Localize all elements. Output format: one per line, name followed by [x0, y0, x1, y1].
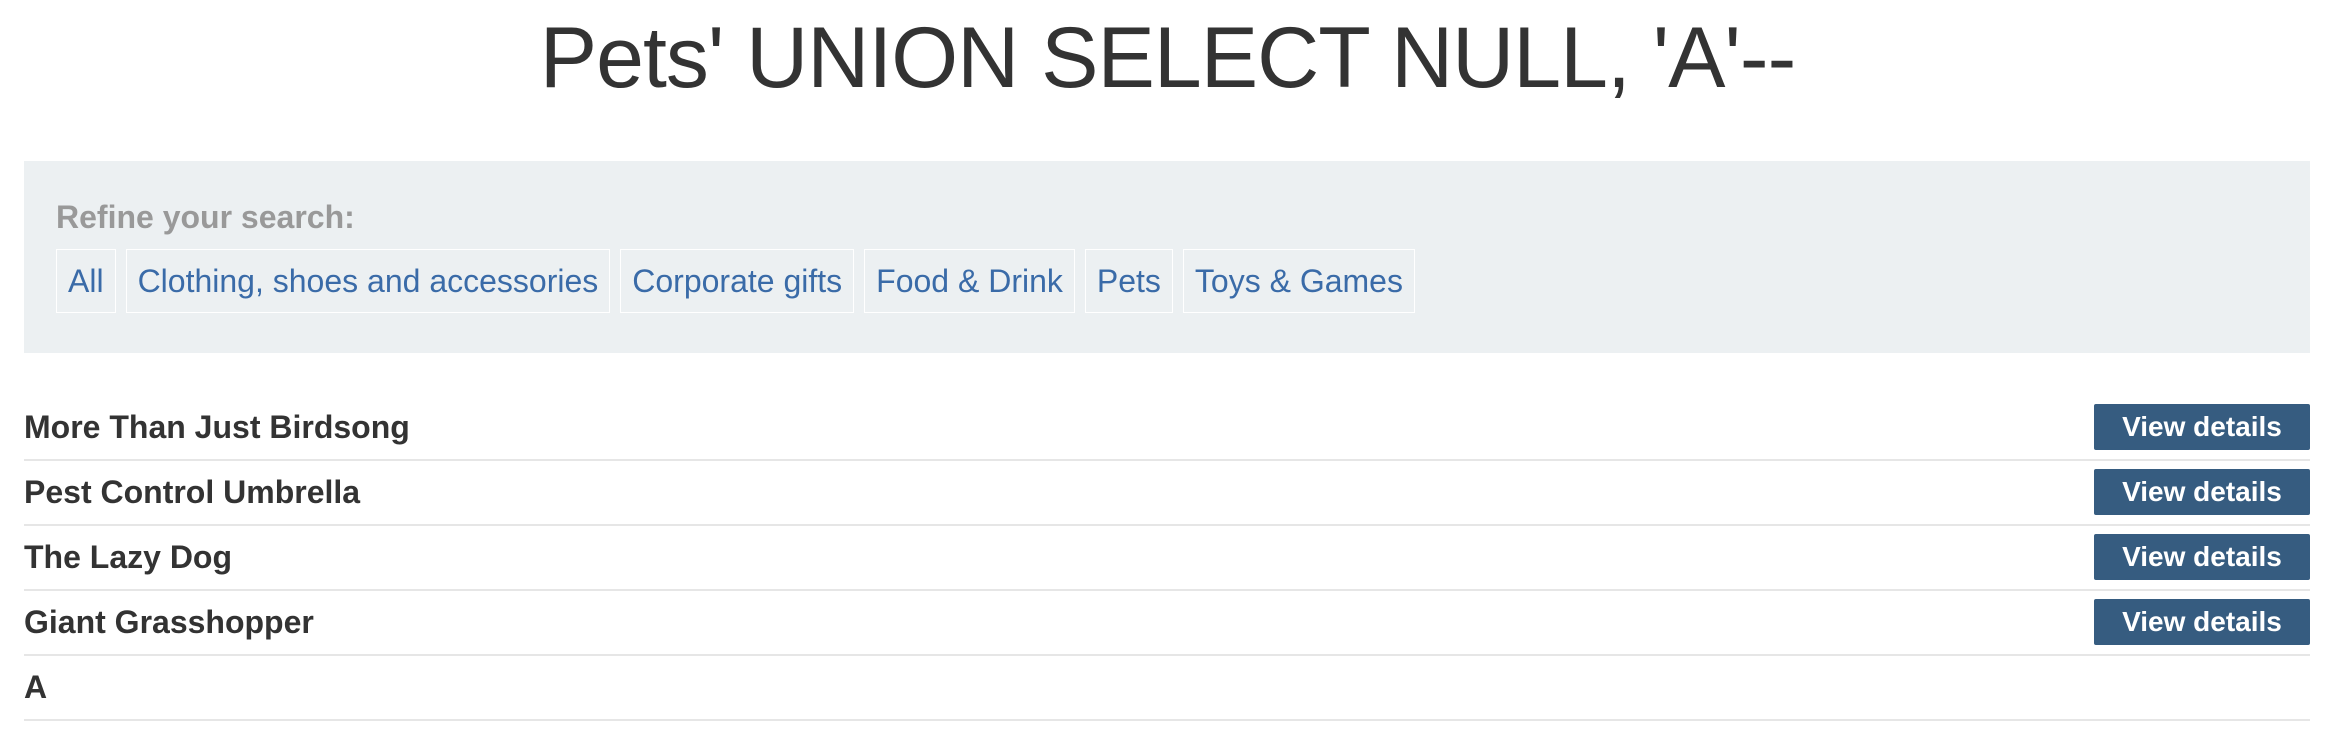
view-details-button[interactable]: View details — [2094, 469, 2310, 515]
table-row: A — [24, 656, 2310, 721]
filter-link-clothing[interactable]: Clothing, shoes and accessories — [125, 249, 611, 313]
filter-link-toys-games[interactable]: Toys & Games — [1182, 249, 1415, 313]
category-filter-list: All Clothing, shoes and accessories Corp… — [56, 249, 1415, 313]
product-name: A — [24, 669, 48, 705]
view-details-button[interactable]: View details — [2094, 534, 2310, 580]
filter-link-all[interactable]: All — [56, 249, 116, 313]
page-title: Pets' UNION SELECT NULL, 'A'-- — [539, 10, 1796, 106]
results-table: More Than Just Birdsong View details Pes… — [24, 396, 2310, 721]
table-row: The Lazy Dog View details — [24, 526, 2310, 591]
filter-link-food-drink[interactable]: Food & Drink — [864, 249, 1075, 313]
product-name: More Than Just Birdsong — [24, 409, 410, 445]
filter-link-pets[interactable]: Pets — [1084, 249, 1173, 313]
filter-panel: Refine your search: All Clothing, shoes … — [24, 161, 2310, 353]
product-name: Pest Control Umbrella — [24, 474, 361, 510]
product-name: The Lazy Dog — [24, 539, 233, 575]
table-row: More Than Just Birdsong View details — [24, 396, 2310, 461]
table-row: Pest Control Umbrella View details — [24, 461, 2310, 526]
view-details-button[interactable]: View details — [2094, 599, 2310, 645]
filter-heading: Refine your search: — [56, 199, 355, 235]
filter-link-corporate-gifts[interactable]: Corporate gifts — [620, 249, 855, 313]
product-name: Giant Grasshopper — [24, 604, 314, 640]
view-details-button[interactable]: View details — [2094, 404, 2310, 450]
table-row: Giant Grasshopper View details — [24, 591, 2310, 656]
